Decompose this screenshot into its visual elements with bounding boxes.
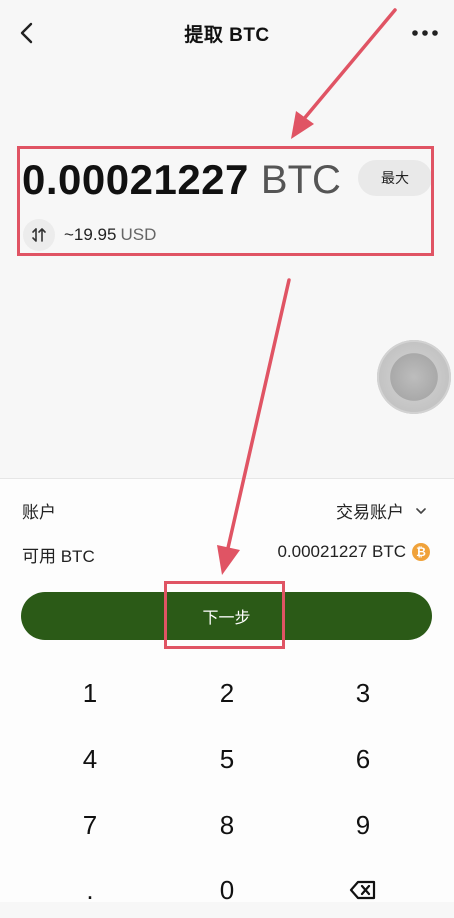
annotation-arrows bbox=[217, 8, 397, 575]
